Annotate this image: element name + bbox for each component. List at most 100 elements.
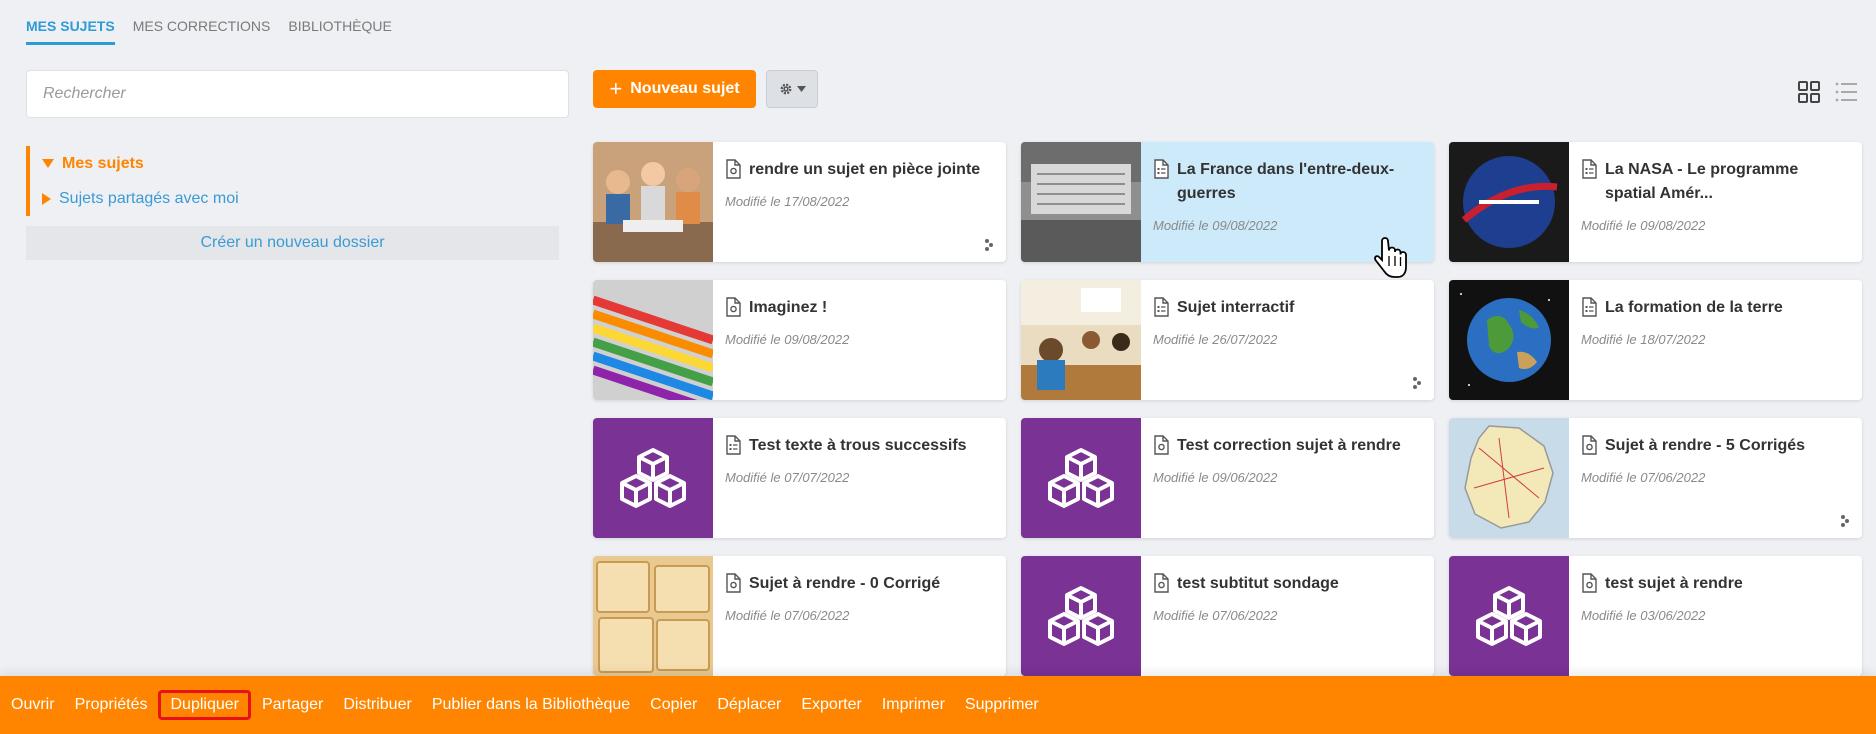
- share-icon: [1840, 514, 1850, 528]
- attachment-doc-icon: [1153, 435, 1169, 455]
- list-view-icon[interactable]: [1834, 80, 1858, 104]
- card-title-row: test sujet à rendre: [1581, 572, 1850, 596]
- card-body: Test correction sujet à rendre Modifié le…: [1141, 418, 1434, 538]
- cubes-placeholder: [1021, 556, 1141, 676]
- france-map: [1449, 418, 1569, 538]
- card-body: Sujet interractif Modifié le 26/07/2022: [1141, 280, 1434, 400]
- subject-card[interactable]: La formation de la terre Modifié le 18/07…: [1449, 280, 1862, 400]
- action-supprimer[interactable]: Supprimer: [956, 690, 1048, 720]
- subject-card[interactable]: test subtitut sondage Modifié le 07/06/20…: [1021, 556, 1434, 676]
- card-modified-date: Modifié le 18/07/2022: [1581, 332, 1706, 347]
- plus-icon: +: [609, 76, 623, 101]
- share-icon: [984, 238, 994, 252]
- card-title: Sujet interractif: [1177, 299, 1295, 316]
- card-modified-date: Modifié le 09/06/2022: [1153, 470, 1278, 485]
- subject-card[interactable]: test sujet à rendre Modifié le 03/06/2022: [1449, 556, 1862, 676]
- subject-card[interactable]: rendre un sujet en pièce jointe Modifié l…: [593, 142, 1006, 262]
- action-publier-dans-la-bibliotheque[interactable]: Publier dans la Bibliothèque: [423, 690, 639, 720]
- card-body: rendre un sujet en pièce jointe Modifié l…: [713, 142, 1006, 262]
- card-title: La France dans l'entre-deux-guerres: [1177, 161, 1395, 202]
- action-bar: Ouvrir Propriétés Dupliquer Partager Distrib…: [0, 676, 1876, 734]
- crackers-photo: [593, 556, 713, 676]
- card-body: test sujet à rendre Modifié le 03/06/2022: [1569, 556, 1862, 676]
- subject-card[interactable]: La NASA - Le programme spatial Amér... Mo…: [1449, 142, 1862, 262]
- caret-down-icon: [42, 159, 54, 168]
- attachment-doc-icon: [1581, 435, 1597, 455]
- card-title-row: Imaginez !: [725, 296, 994, 320]
- card-title-row: test subtitut sondage: [1153, 572, 1422, 596]
- subject-card[interactable]: Sujet à rendre - 0 Corrigé Modifié le 07/…: [593, 556, 1006, 676]
- new-subject-button[interactable]: + Nouveau sujet: [593, 70, 756, 108]
- action-proprietes[interactable]: Propriétés: [66, 690, 157, 720]
- card-body: test subtitut sondage Modifié le 07/06/20…: [1141, 556, 1434, 676]
- card-body: Sujet à rendre - 0 Corrigé Modifié le 07/…: [713, 556, 1006, 676]
- card-title: La formation de la terre: [1605, 299, 1783, 316]
- card-title: Imaginez !: [749, 299, 828, 316]
- subject-card[interactable]: Imaginez ! Modifié le 09/08/2022: [593, 280, 1006, 400]
- card-modified-date: Modifié le 09/08/2022: [1153, 218, 1278, 233]
- action-distribuer[interactable]: Distribuer: [334, 690, 420, 720]
- action-dupliquer[interactable]: Dupliquer: [158, 690, 251, 720]
- card-modified-date: Modifié le 07/06/2022: [1581, 470, 1706, 485]
- grid-view-icon[interactable]: [1797, 80, 1821, 104]
- tab-mes-corrections[interactable]: MES CORRECTIONS: [133, 18, 271, 45]
- card-title: Test correction sujet à rendre: [1177, 437, 1401, 454]
- subject-card[interactable]: Sujet interractif Modifié le 26/07/2022: [1021, 280, 1434, 400]
- action-deplacer[interactable]: Déplacer: [708, 690, 790, 720]
- protest-photo: [1021, 142, 1141, 262]
- tab-mes-sujets[interactable]: MES SUJETS: [26, 18, 115, 45]
- action-exporter[interactable]: Exporter: [792, 690, 870, 720]
- card-title: test sujet à rendre: [1605, 575, 1743, 592]
- action-ouvrir[interactable]: Ouvrir: [2, 690, 64, 720]
- subject-card[interactable]: Test correction sujet à rendre Modifié le…: [1021, 418, 1434, 538]
- card-modified-date: Modifié le 07/06/2022: [725, 608, 850, 623]
- tree-item-mes-sujets[interactable]: Mes sujets: [30, 146, 559, 181]
- interactive-doc-icon: [1153, 297, 1169, 317]
- subject-card[interactable]: Test texte à trous successifs Modifié le …: [593, 418, 1006, 538]
- tree-item-sujets-partages[interactable]: Sujets partagés avec moi: [30, 181, 559, 216]
- card-title: test subtitut sondage: [1177, 575, 1339, 592]
- action-copier[interactable]: Copier: [641, 690, 706, 720]
- chevron-down-icon: [796, 86, 806, 92]
- cubes-placeholder: [1021, 418, 1141, 538]
- search-input[interactable]: [26, 70, 569, 118]
- card-body: La France dans l'entre-deux-guerres Modif…: [1141, 142, 1434, 262]
- card-title: Test texte à trous successifs: [749, 437, 967, 454]
- subject-card[interactable]: Sujet à rendre - 5 Corrigés Modifié le 07…: [1449, 418, 1862, 538]
- tree-item-label: Sujets partagés avec moi: [59, 189, 239, 207]
- card-title: Sujet à rendre - 5 Corrigés: [1605, 437, 1806, 454]
- card-modified-date: Modifié le 07/06/2022: [1153, 608, 1278, 623]
- card-title-row: rendre un sujet en pièce jointe: [725, 158, 994, 182]
- action-imprimer[interactable]: Imprimer: [873, 690, 954, 720]
- card-title-row: Test texte à trous successifs: [725, 434, 994, 458]
- card-title-row: Sujet interractif: [1153, 296, 1422, 320]
- earth-photo: [1449, 280, 1569, 400]
- action-partager[interactable]: Partager: [253, 690, 332, 720]
- new-subject-label: Nouveau sujet: [630, 80, 740, 97]
- interactive-doc-icon: [1581, 159, 1597, 179]
- subject-card[interactable]: La France dans l'entre-deux-guerres Modif…: [1021, 142, 1434, 262]
- share-icon: [1412, 376, 1422, 390]
- attachment-doc-icon: [1153, 573, 1169, 593]
- interactive-doc-icon: [725, 435, 741, 455]
- interactive-doc-icon: [1581, 297, 1597, 317]
- cubes-placeholder: [1449, 556, 1569, 676]
- card-title: rendre un sujet en pièce jointe: [749, 161, 981, 178]
- gear-icon: [780, 83, 791, 95]
- card-title-row: La formation de la terre: [1581, 296, 1850, 320]
- card-title-row: La NASA - Le programme spatial Amér...: [1581, 158, 1850, 206]
- card-body: Sujet à rendre - 5 Corrigés Modifié le 07…: [1569, 418, 1862, 538]
- card-title: La NASA - Le programme spatial Amér...: [1605, 161, 1799, 202]
- card-modified-date: Modifié le 07/07/2022: [725, 470, 850, 485]
- interactive-doc-icon: [1153, 159, 1169, 179]
- create-folder-button[interactable]: Créer un nouveau dossier: [26, 226, 559, 260]
- card-body: Imaginez ! Modifié le 09/08/2022: [713, 280, 1006, 400]
- tab-bibliotheque[interactable]: BIBLIOTHÈQUE: [288, 18, 391, 45]
- caret-right-icon: [42, 192, 51, 205]
- cubes-placeholder: [593, 418, 713, 538]
- card-title-row: Sujet à rendre - 5 Corrigés: [1581, 434, 1850, 458]
- card-modified-date: Modifié le 26/07/2022: [1153, 332, 1278, 347]
- subject-grid: rendre un sujet en pièce jointe Modifié l…: [593, 142, 1862, 676]
- card-body: Test texte à trous successifs Modifié le …: [713, 418, 1006, 538]
- settings-dropdown-button[interactable]: [766, 70, 818, 108]
